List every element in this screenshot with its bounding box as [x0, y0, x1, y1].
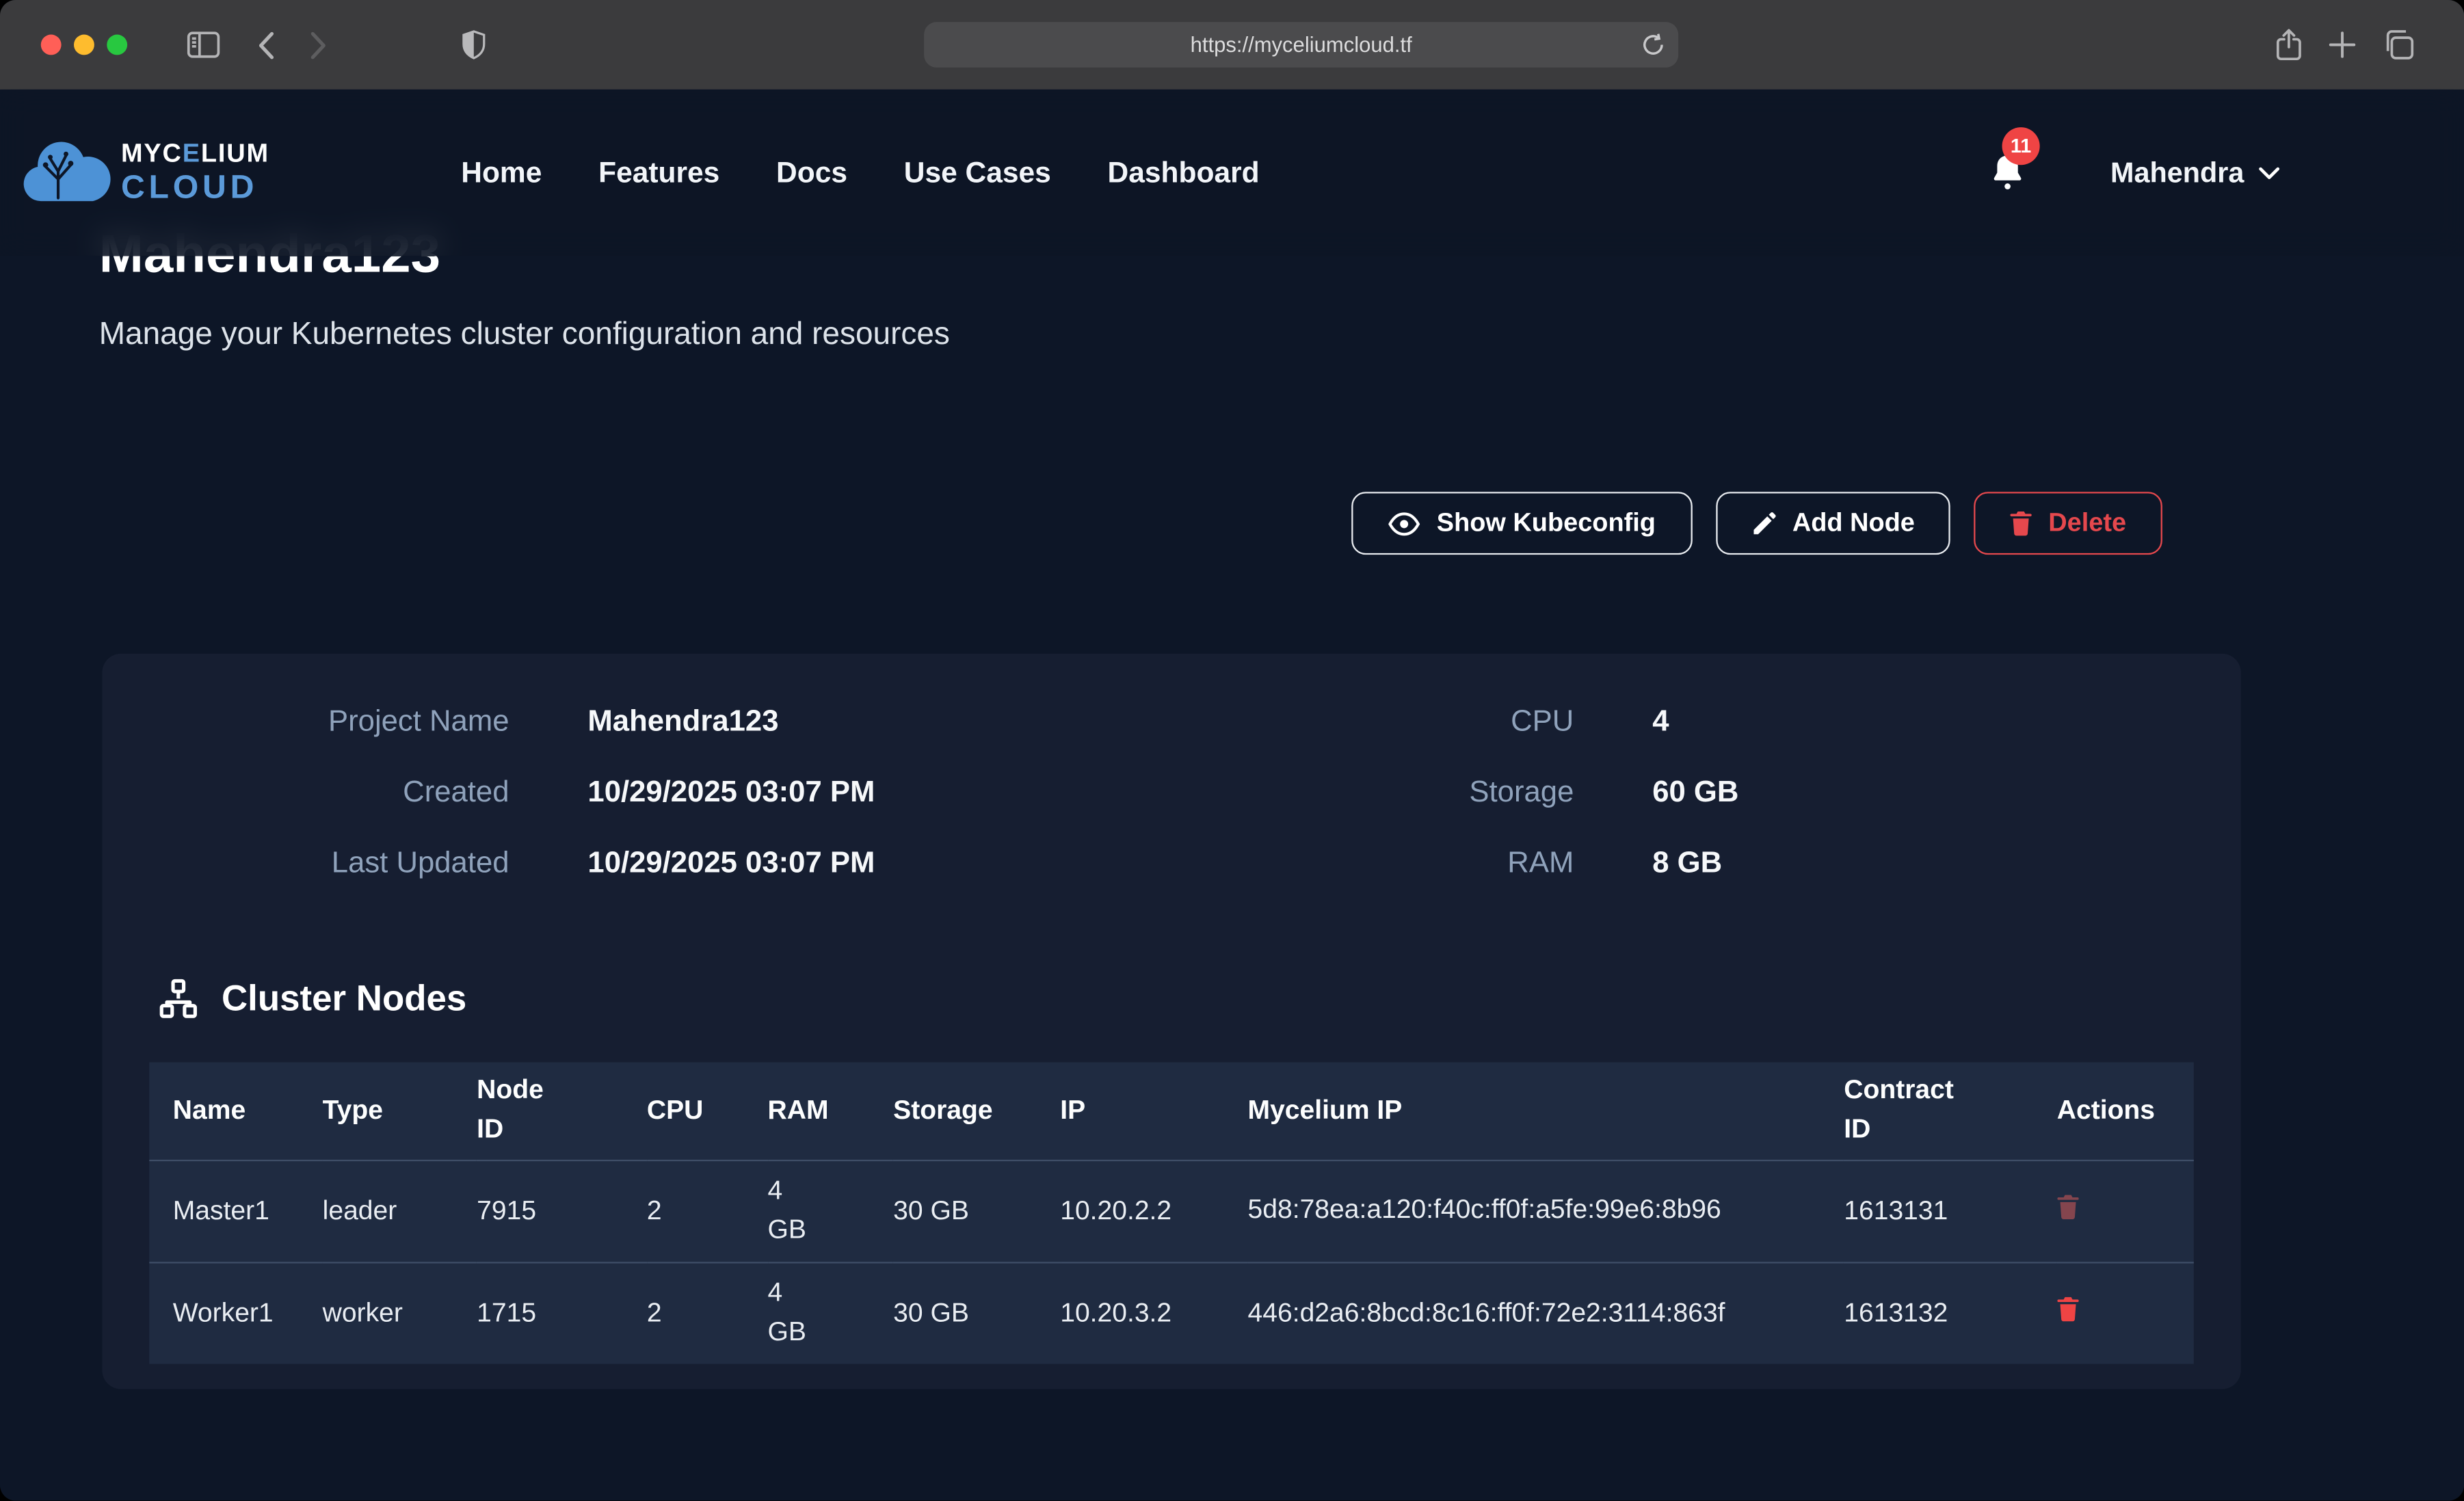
- nav-menu: Home Features Docs Use Cases Dashboard: [461, 155, 1259, 190]
- nav-item-home[interactable]: Home: [461, 155, 542, 190]
- created-value: 10/29/2025 03:07 PM: [587, 776, 1171, 811]
- cell-ram: 4 GB: [768, 1262, 894, 1364]
- cell-type: leader: [323, 1160, 477, 1262]
- col-header-ip: IP: [1060, 1062, 1247, 1159]
- show-kubeconfig-button[interactable]: Show Kubeconfig: [1352, 492, 1692, 555]
- back-button-icon[interactable]: [258, 31, 275, 59]
- brand-e-accent: E: [183, 140, 201, 168]
- cluster-nodes-heading: Cluster Nodes: [157, 977, 467, 1020]
- cell-node-id: 1715: [477, 1262, 647, 1364]
- cluster-nodes-table: Name Type Node ID CPU RAM Storage IP Myc…: [149, 1062, 2194, 1364]
- close-window-button[interactable]: [41, 35, 62, 55]
- storage-value: 60 GB: [1652, 776, 2241, 811]
- project-name-label: Project Name: [102, 706, 509, 741]
- last-updated-label: Last Updated: [102, 847, 509, 882]
- top-navbar: MYCELIUM CLOUD Home Features Docs Use Ca…: [0, 90, 2464, 256]
- cluster-details-grid: Project Name Mahendra123 Created 10/29/202…: [102, 654, 2240, 918]
- cpu-label: CPU: [1171, 706, 1574, 741]
- browser-window: https://myceliumcloud.tf: [0, 0, 2464, 1500]
- cell-mycelium-ip: 446:d2a6:8bcd:8c16:ff0f:72e2:3114:863f: [1248, 1262, 1844, 1364]
- cell-mycelium-ip: 5d8:78ea:a120:f40c:ff0f:a5fe:99e6:8b96: [1248, 1160, 1844, 1262]
- cpu-value: 4: [1652, 706, 2241, 741]
- share-icon[interactable]: [2275, 28, 2302, 61]
- cell-cpu: 2: [647, 1262, 768, 1364]
- cell-cpu: 2: [647, 1160, 768, 1262]
- project-name-value: Mahendra123: [587, 706, 1171, 741]
- pencil-icon: [1751, 511, 1777, 536]
- nav-item-features[interactable]: Features: [598, 155, 719, 190]
- table-row-master1: Master1 leader 7915 2 4 GB 30 GB 10.20.2…: [149, 1160, 2194, 1262]
- cell-name: Worker1: [149, 1262, 322, 1364]
- address-bar-url: https://myceliumcloud.tf: [1191, 33, 1412, 56]
- mycelium-cloud-logo-icon: [21, 138, 111, 207]
- created-label: Created: [102, 776, 509, 811]
- new-tab-icon[interactable]: [2329, 31, 2355, 58]
- chevron-down-icon: [2258, 165, 2280, 180]
- cell-ip: 10.20.3.2: [1060, 1262, 1247, 1364]
- cell-actions: [2057, 1160, 2194, 1262]
- ram-value: 8 GB: [1652, 847, 2241, 882]
- col-header-contract-id: Contract ID: [1844, 1062, 2057, 1159]
- col-header-type: Type: [323, 1062, 477, 1159]
- eye-icon: [1388, 512, 1421, 535]
- zoom-window-button[interactable]: [107, 35, 127, 55]
- nav-item-use-cases[interactable]: Use Cases: [904, 155, 1051, 190]
- reload-icon[interactable]: [1642, 33, 1664, 56]
- col-header-ram: RAM: [768, 1062, 894, 1159]
- cell-node-id: 7915: [477, 1160, 647, 1262]
- cell-storage: 30 GB: [893, 1262, 1060, 1364]
- brand-logo[interactable]: MYCELIUM CLOUD: [21, 138, 269, 207]
- cell-actions: [2057, 1262, 2194, 1364]
- table-header-row: Name Type Node ID CPU RAM Storage IP Myc…: [149, 1062, 2194, 1159]
- network-icon: [157, 977, 200, 1020]
- last-updated-value: 10/29/2025 03:07 PM: [587, 847, 1171, 882]
- traffic-lights: [41, 35, 127, 55]
- col-header-storage: Storage: [893, 1062, 1060, 1159]
- delete-node-button[interactable]: [2057, 1194, 2079, 1219]
- user-menu[interactable]: Mahendra: [2110, 157, 2280, 189]
- cell-contract-id: 1613131: [1844, 1160, 2057, 1262]
- minimize-window-button[interactable]: [74, 35, 94, 55]
- forward-button-icon[interactable]: [310, 31, 327, 59]
- cell-contract-id: 1613132: [1844, 1262, 2057, 1364]
- address-bar[interactable]: https://myceliumcloud.tf: [924, 22, 1678, 68]
- page-subtitle: Manage your Kubernetes cluster configura…: [99, 317, 950, 354]
- ram-label: RAM: [1171, 847, 1574, 882]
- user-name: Mahendra: [2110, 157, 2244, 189]
- add-node-button[interactable]: Add Node: [1715, 492, 1951, 555]
- cell-ip: 10.20.2.2: [1060, 1160, 1247, 1262]
- notification-count-badge: 11: [2002, 127, 2039, 165]
- delete-cluster-button[interactable]: Delete: [1974, 492, 2162, 555]
- col-header-cpu: CPU: [647, 1062, 768, 1159]
- brand-wordmark: MYCELIUM CLOUD: [121, 142, 269, 204]
- col-header-name: Name: [149, 1062, 322, 1159]
- tab-overview-icon[interactable]: [2383, 30, 2414, 60]
- nav-item-dashboard[interactable]: Dashboard: [1108, 155, 1260, 190]
- cluster-actions: Show Kubeconfig Add Node Delete: [1352, 492, 2162, 555]
- storage-label: Storage: [1171, 776, 1574, 811]
- cell-ram: 4 GB: [768, 1160, 894, 1262]
- cell-name: Master1: [149, 1160, 322, 1262]
- browser-toolbar: https://myceliumcloud.tf: [0, 0, 2464, 90]
- privacy-shield-icon[interactable]: [462, 30, 486, 60]
- page-content: Mahendra123 Manage your Kubernetes clust…: [0, 90, 2464, 1501]
- cell-storage: 30 GB: [893, 1160, 1060, 1262]
- sidebar-toggle-icon[interactable]: [187, 31, 220, 58]
- notifications-button[interactable]: 11: [1989, 152, 2026, 194]
- cell-type: worker: [323, 1262, 477, 1364]
- col-header-actions: Actions: [2057, 1062, 2194, 1159]
- col-header-mycelium-ip: Mycelium IP: [1248, 1062, 1844, 1159]
- col-header-node-id: Node ID: [477, 1062, 647, 1159]
- nav-item-docs[interactable]: Docs: [776, 155, 847, 190]
- cluster-details-panel: Project Name Mahendra123 Created 10/29/202…: [102, 654, 2240, 1389]
- table-row-worker1: Worker1 worker 1715 2 4 GB 30 GB 10.20.3…: [149, 1262, 2194, 1364]
- delete-node-button[interactable]: [2057, 1297, 2079, 1322]
- trash-icon: [2011, 511, 2032, 536]
